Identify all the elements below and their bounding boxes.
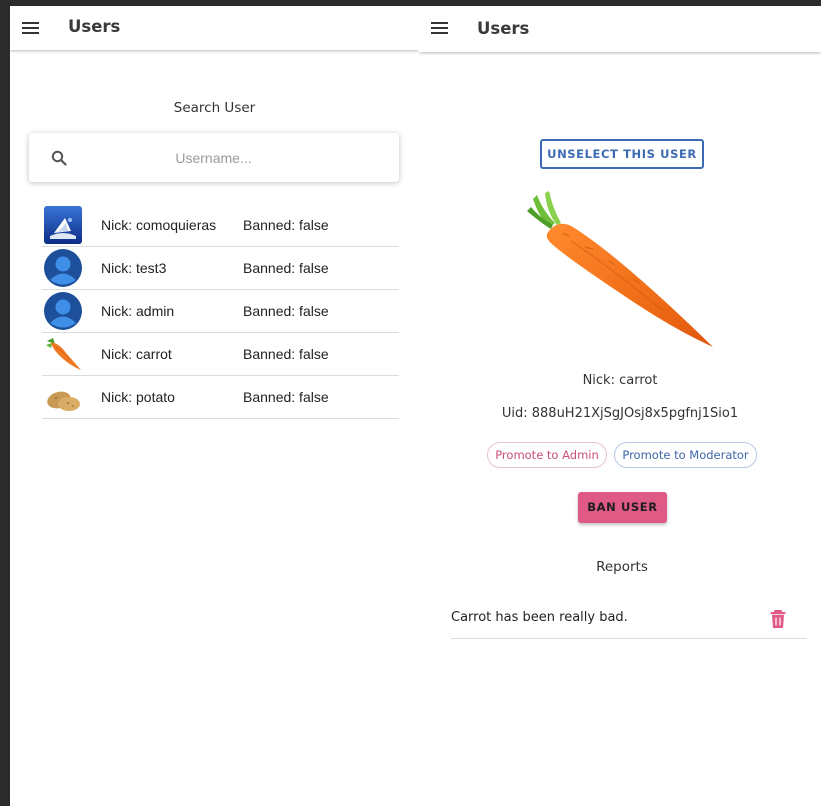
promote-to-moderator-button[interactable]: Promote to Moderator [614, 442, 757, 468]
selected-user-uid: Uid: 888uH21XjSgJOsj8x5pgfnj1Sio1 [501, 406, 739, 421]
carrot-image [527, 191, 713, 347]
reports-heading: Reports [596, 559, 648, 575]
user-banned-status: Banned: false [243, 260, 329, 276]
trash-icon[interactable] [769, 609, 787, 629]
user-nick: Nick: admin [101, 303, 175, 319]
user-detail-panel: Users UNSELECT THIS USER Nick: carrot Ui… [419, 6, 821, 806]
app-bar: Users [419, 6, 821, 52]
user-row-test3[interactable]: Nick: test3 Banned: false [42, 247, 399, 290]
user-nick: Nick: carrot [101, 346, 172, 362]
user-row-admin[interactable]: Nick: admin Banned: false [42, 290, 399, 333]
potato-avatar-icon [47, 391, 80, 411]
app-bar: Users [10, 6, 419, 50]
default-user-avatar-icon [44, 249, 82, 287]
search-icon [51, 150, 67, 166]
user-row-carrot[interactable]: Nick: carrot Banned: false [42, 333, 399, 376]
search-user-heading: Search User [173, 100, 256, 116]
username-search-input[interactable] [89, 143, 338, 173]
user-nick: Nick: test3 [101, 260, 167, 276]
user-banned-status: Banned: false [243, 389, 329, 405]
report-text: Carrot has been really bad. [451, 610, 628, 625]
user-row-potato[interactable]: Nick: potato Banned: false [42, 376, 399, 419]
user-row-comoquieras[interactable]: Nick: comoquieras Banned: false [42, 204, 399, 247]
ban-user-button[interactable]: BAN USER [578, 492, 667, 523]
user-search-panel: Users Search User Nick: co [10, 6, 419, 806]
search-box [29, 133, 399, 182]
default-user-avatar-icon [44, 292, 82, 330]
page-title: Users [68, 17, 121, 36]
user-banned-status: Banned: false [243, 217, 329, 233]
carrot-avatar-icon [46, 338, 81, 370]
user-banned-status: Banned: false [243, 303, 329, 319]
page-title: Users [477, 19, 530, 38]
user-banned-status: Banned: false [243, 346, 329, 362]
promote-to-admin-button[interactable]: Promote to Admin [487, 442, 607, 468]
report-item: Carrot has been really bad. [451, 599, 807, 639]
selected-user-nick: Nick: carrot [582, 373, 658, 388]
ship-avatar-icon [44, 206, 82, 244]
user-nick: Nick: potato [101, 389, 175, 405]
menu-icon[interactable] [22, 19, 40, 37]
user-nick: Nick: comoquieras [101, 217, 217, 233]
user-list: Nick: comoquieras Banned: false Nick: te… [42, 204, 399, 419]
unselect-user-button[interactable]: UNSELECT THIS USER [540, 139, 704, 169]
menu-icon[interactable] [431, 19, 449, 37]
